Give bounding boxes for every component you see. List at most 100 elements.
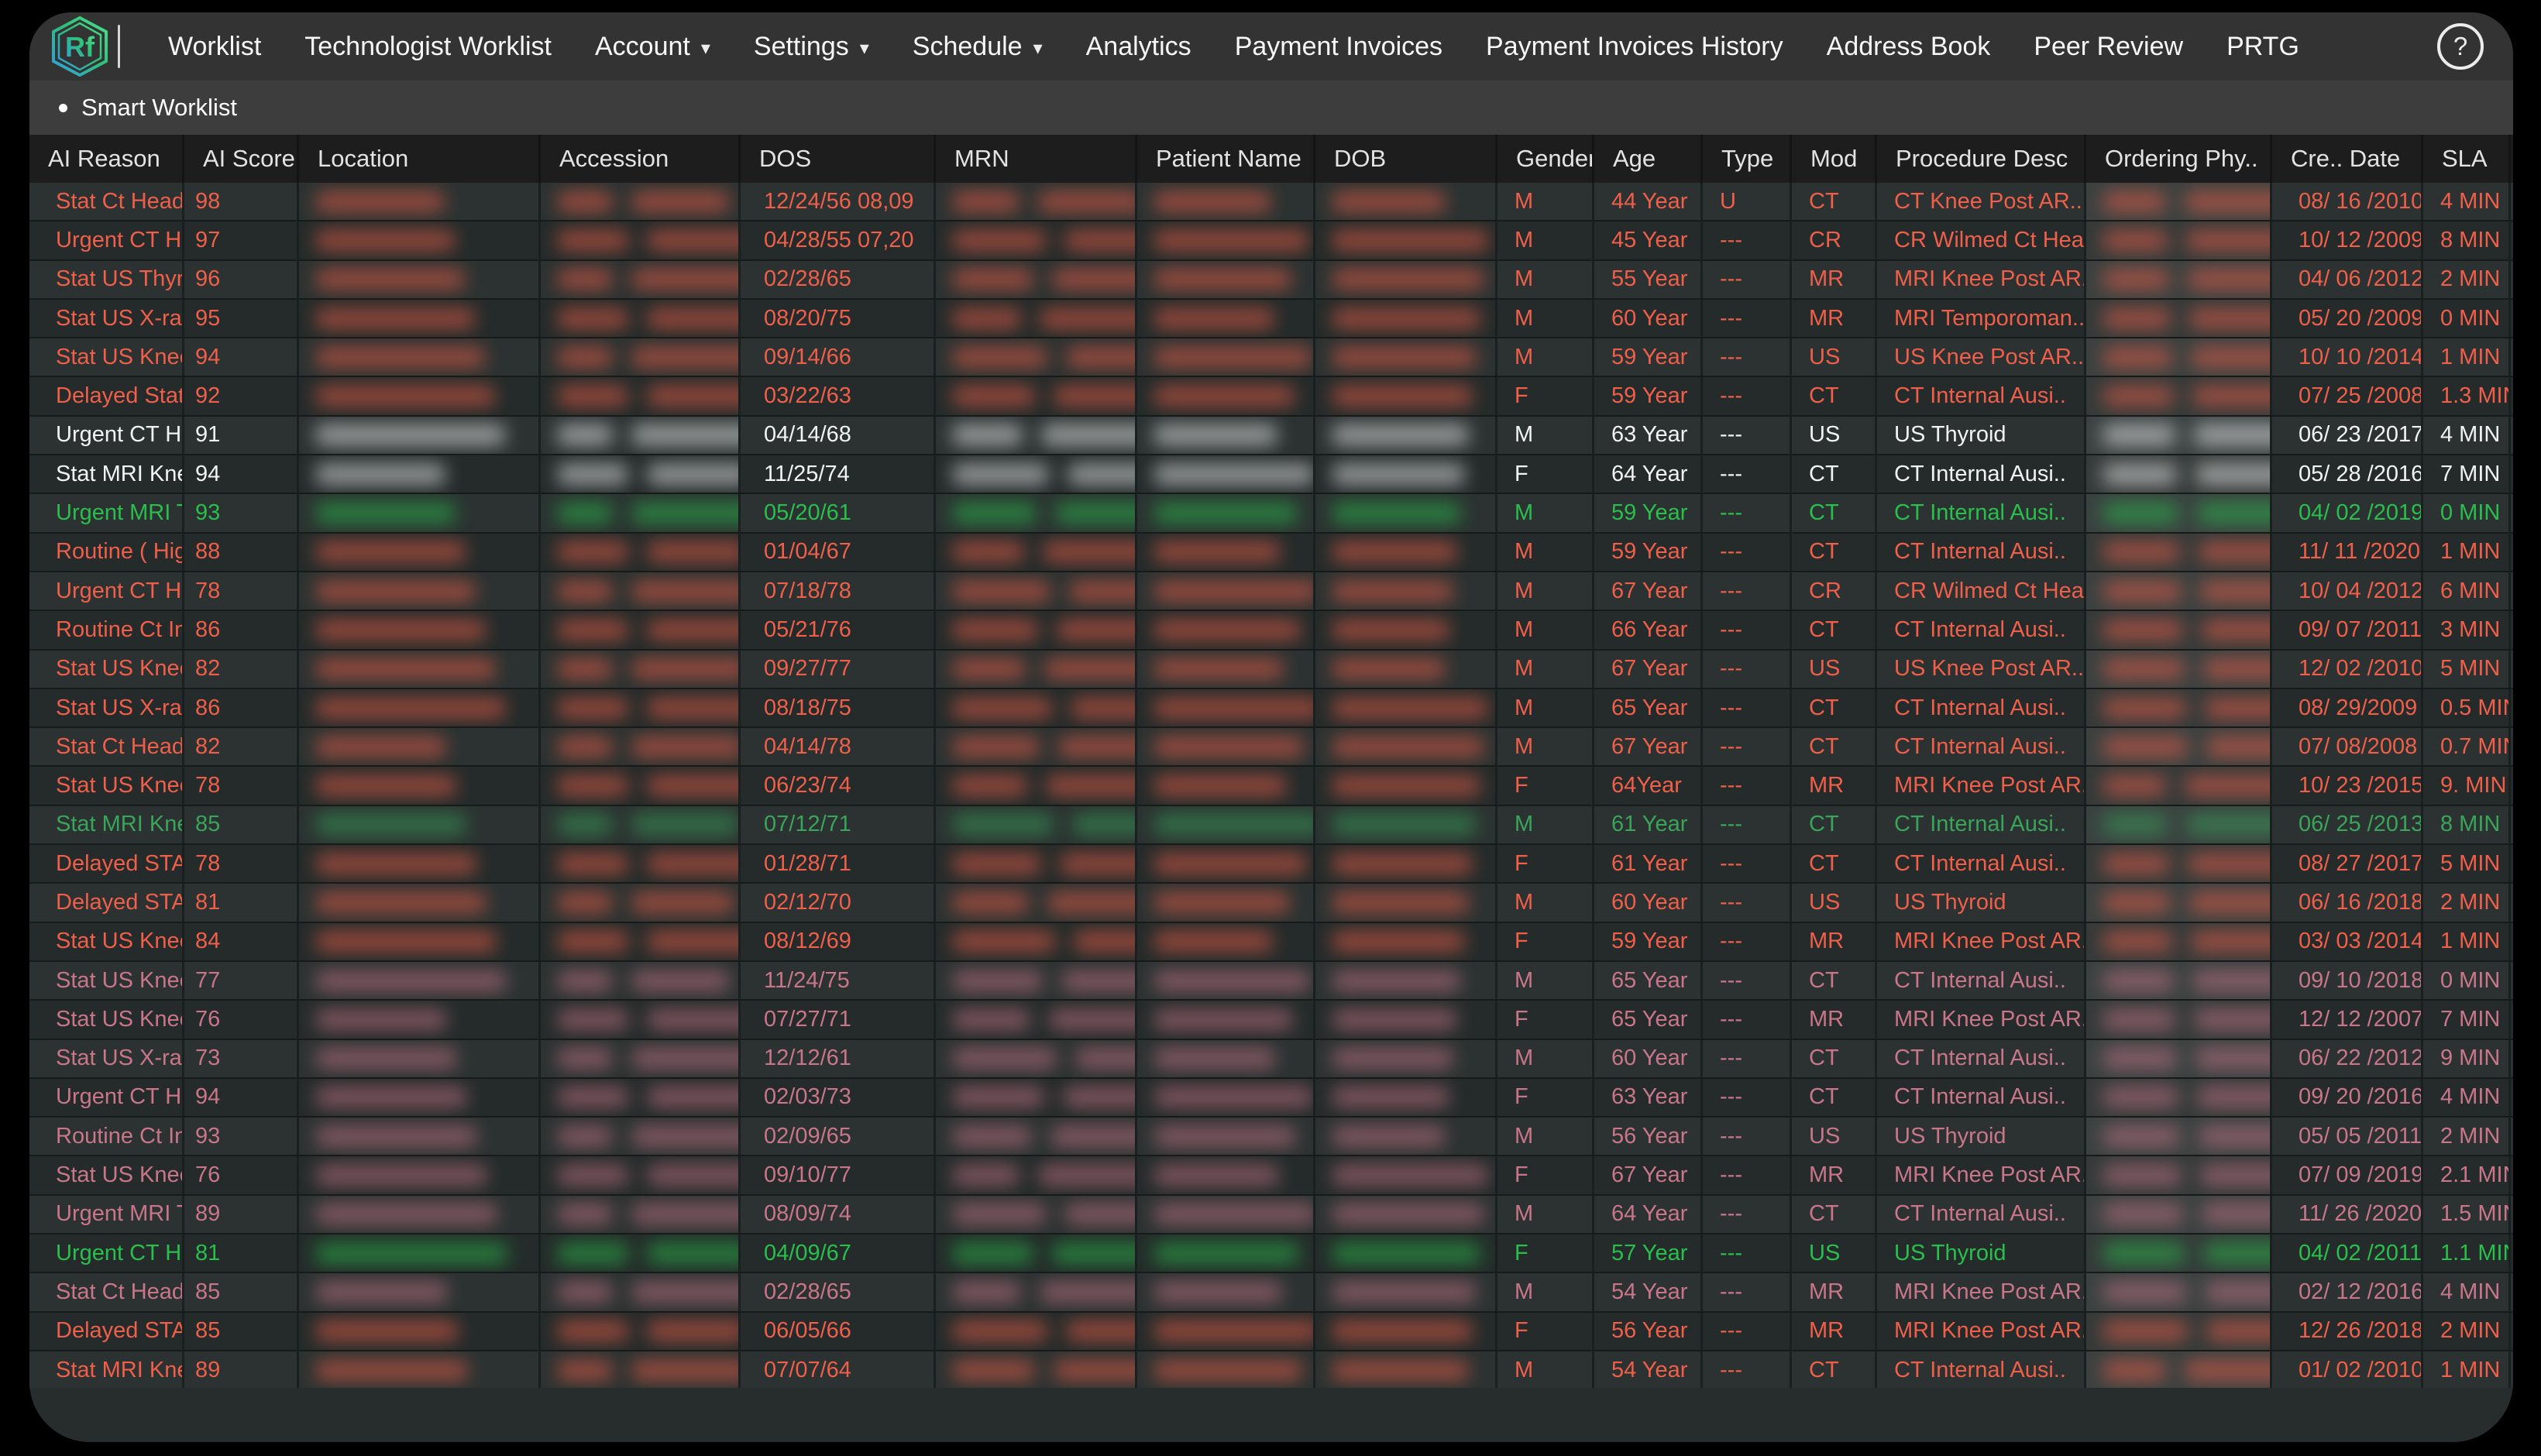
table-row[interactable]: Urgent CT He.. 91 04/14/68 M 63 Year ---… [29,417,2513,455]
column-header-type[interactable]: Type [1703,135,1792,183]
table-row[interactable]: Stat MRI Knee.. 89 07/07/64 M 54 Year --… [29,1351,2513,1388]
table-row[interactable]: Urgent CT He.. 97 04/28/55 07,20 M 45 Ye… [29,221,2513,260]
table-row[interactable]: Urgent CT He.. 94 02/03/73 F 63 Year ---… [29,1079,2513,1118]
table-row[interactable]: Routine Ct Inte.. 93 02/09/65 M 56 Year … [29,1118,2513,1156]
table-row[interactable]: Routine ( High).. 88 01/04/67 M 59 Year … [29,534,2513,572]
table-row[interactable]: Stat US Thyroi.. 96 02/28/65 M 55 Year -… [29,261,2513,300]
column-header-mod[interactable]: Mod [1792,135,1877,183]
cell-cre-date: 03/ 03 /2014 [2272,923,2423,960]
column-header-gender[interactable]: Gender [1497,135,1594,183]
table-row[interactable]: Delayed Stat.. 92 03/22/63 F 59 Year ---… [29,377,2513,416]
table-row[interactable]: Urgent CT He.. 81 04/09/67 F 57 Year ---… [29,1235,2513,1273]
cell-location-redacted [299,377,541,414]
table-row[interactable]: Routine Ct Inte.. 86 05/21/76 M 66 Year … [29,611,2513,650]
redacted-blur [316,1009,446,1030]
nav-item-technologist-worklist[interactable]: Technologist Worklist [283,32,573,62]
table-row[interactable]: Urgent MRI TM. 89 08/09/74 M 64 Year ---… [29,1196,2513,1235]
table-row[interactable]: Stat US X-ray Ei 86 08/18/75 M 65 Year -… [29,689,2513,728]
table-row[interactable]: Stat US Knee.. 82 09/27/77 M 67 Year ---… [29,651,2513,689]
cell-cre-date: 10/ 23 /2015 [2272,767,2423,804]
help-icon[interactable]: ? [2437,23,2484,70]
table-row[interactable]: Stat US Knee.. 76 07/27/71 F 65 Year ---… [29,1001,2513,1039]
cell-location-redacted [299,494,541,531]
column-header-cre-date[interactable]: Cre.. Date [2272,135,2423,183]
nav-item-peer-review[interactable]: Peer Review [2012,32,2205,62]
column-header-ai-reason[interactable]: AI Reason [29,135,184,183]
cell-gender: F [1497,845,1594,882]
table-row[interactable]: Stat US Knee.. 76 09/10/77 F 67 Year ---… [29,1156,2513,1195]
nav-item-analytics[interactable]: Analytics [1064,32,1213,62]
cell-dos: 06/05/66 [741,1313,936,1350]
nav-item-settings[interactable]: Settings▾ [732,32,891,62]
redacted-blur [648,775,741,796]
column-header-procedure-desc[interactable]: Procedure Desc [1877,135,2086,183]
redacted-blur [316,775,456,796]
table-row[interactable]: Stat Ct Head.. 82 04/14/78 M 67 Year ---… [29,728,2513,767]
redacted-blur [1154,1282,1281,1303]
table-row[interactable]: Stat US Knee.. 78 06/23/74 F 64Year --- … [29,767,2513,805]
column-header-accession[interactable]: Accession [541,135,741,183]
cell-sla: 6 MIN [2423,572,2511,610]
cell-dob-redacted [1315,884,1497,921]
redacted-blur [632,424,741,445]
redacted-blur [953,970,1042,991]
table-row[interactable]: Stat Ct Head.. 98 12/24/56 08,09 M 44 Ye… [29,183,2513,221]
cell-mod: CT [1792,183,1877,220]
cell-location-redacted [299,962,541,999]
nav-item-payment-invoices-history[interactable]: Payment Invoices History [1464,32,1805,62]
table-row[interactable]: Stat MRI Knee.. 94 11/25/74 F 64 Year --… [29,455,2513,494]
column-header-mrn[interactable]: MRN [936,135,1137,183]
table-row[interactable]: Stat US X-ray Ei 95 08/20/75 M 60 Year -… [29,300,2513,338]
table-row[interactable]: Delayed STAT 81 02/12/70 M 60 Year --- U… [29,884,2513,922]
cell-accession-redacted [541,338,741,376]
redacted-blur [2103,931,2171,952]
cell-mod: CT [1792,845,1877,882]
redacted-blur [2103,814,2167,835]
cell-location-redacted [299,1313,541,1350]
redacted-blur [1332,853,1472,874]
table-row[interactable]: Stat US Knee.. 94 09/14/66 M 59 Year ---… [29,338,2513,377]
table-row[interactable]: Stat MRI Knee.. 85 07/12/71 M 61 Year --… [29,806,2513,845]
table-row[interactable]: Stat Ct Head.. 85 02/28/65 M 54 Year ---… [29,1273,2513,1312]
column-header-ordering-phy-[interactable]: Ordering Phy.. [2086,135,2272,183]
cell-mrn-redacted [936,1079,1137,1116]
column-header-age[interactable]: Age [1594,135,1703,183]
cell-cre-date: 07/ 08/2008 [2272,728,2423,765]
cell-mrn-redacted [936,338,1137,376]
redacted-blur [1042,424,1137,445]
cell-ai-reason: Stat Ct Head.. [29,183,184,220]
nav-item-address-book[interactable]: Address Book [1805,32,2013,62]
column-header-dob[interactable]: DOB [1315,135,1497,183]
cell-ordering-phy-redacted [2086,1196,2272,1233]
table-row[interactable]: Delayed STAT 85 06/05/66 F 56 Year --- M… [29,1313,2513,1351]
cell-procedure-desc: CT Internal Ausi.. [1877,494,2086,531]
nav-item-schedule[interactable]: Schedule▾ [891,32,1064,62]
nav-item-worklist[interactable]: Worklist [146,32,283,62]
table-row[interactable]: Urgent MRI TM. 93 05/20/61 M 59 Year ---… [29,494,2513,533]
redacted-blur [316,581,475,602]
redacted-blur [1332,424,1468,445]
redacted-blur [2189,269,2272,290]
column-header-sla[interactable]: SLA [2423,135,2511,183]
cell-sla: 1.1 MIN [2423,1235,2511,1272]
table-row[interactable]: Stat US X-ray Ei 73 12/12/61 M 60 Year -… [29,1040,2513,1079]
cell-dob-redacted [1315,806,1497,843]
column-header-ai-score[interactable]: AI Score [184,135,299,183]
table-row[interactable]: Urgent CT He.. 78 07/18/78 M 67 Year ---… [29,572,2513,611]
column-header-dos[interactable]: DOS [741,135,936,183]
column-header-patient-name[interactable]: Patient Name [1137,135,1315,183]
redacted-blur [316,1282,447,1303]
cell-accession-redacted [541,183,741,220]
cell-type: --- [1703,611,1792,648]
cell-accession-redacted [541,1235,741,1272]
tab-smart-worklist[interactable]: Smart Worklist [59,94,237,122]
nav-item-account[interactable]: Account▾ [573,32,732,62]
nav-item-prtg[interactable]: PRTG [2205,32,2321,62]
column-header-location[interactable]: Location [299,135,541,183]
table-row[interactable]: Delayed STAT 78 01/28/71 F 61 Year --- C… [29,845,2513,884]
nav-item-payment-invoices[interactable]: Payment Invoices [1213,32,1464,62]
tab-label: Smart Worklist [81,94,237,122]
cell-mrn-redacted [936,1235,1137,1272]
table-row[interactable]: Stat US Knee.. 84 08/12/69 F 59 Year ---… [29,923,2513,962]
table-row[interactable]: Stat US Knee.. 77 11/24/75 M 65 Year ---… [29,962,2513,1001]
